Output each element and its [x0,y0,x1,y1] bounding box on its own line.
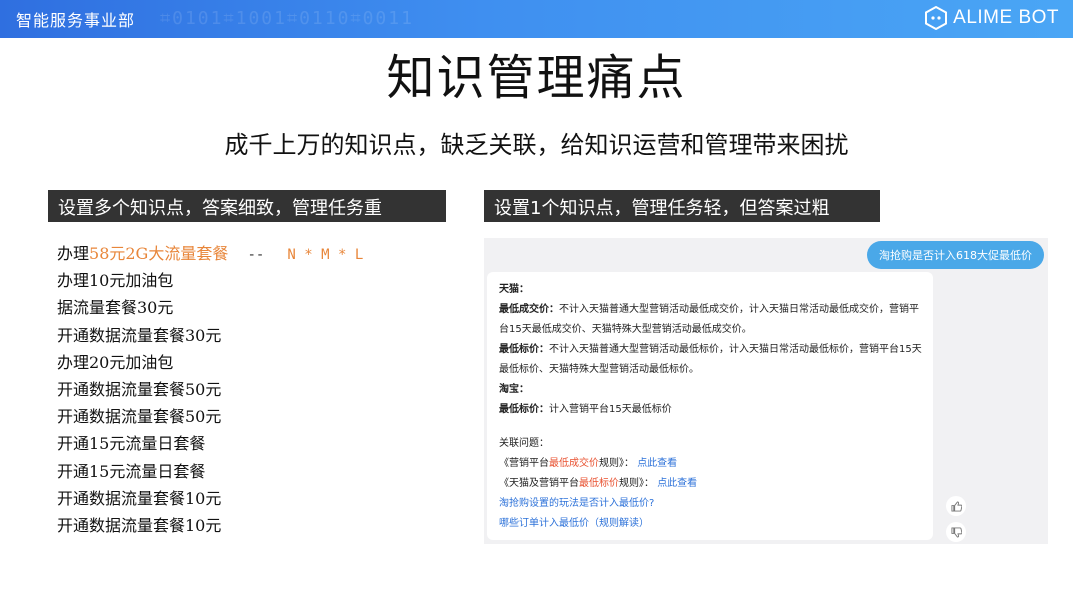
list-item: 开通数据流量套餐10元 [57,488,222,508]
list-item: 开通15元流量日套餐 [57,434,206,454]
view-link[interactable]: 点此查看 [657,478,697,489]
related-text: 《天猫及营销平台 [499,478,579,489]
brand-name: ALIME BOT [953,7,1059,28]
answer-line-text: 计入营销平台15天最低标价 [549,404,672,415]
view-link[interactable]: 点此查看 [637,458,677,469]
answer-taobao-title: 淘宝： [499,384,529,395]
item-highlight: 58元2G大流量套餐 [89,244,229,263]
left-panel-label: 设置多个知识点，答案细致，管理任务重 [48,190,446,222]
answer-line-text: 不计入天猫普通大型营销活动最低标价，计入天猫日常活动最低标价，营销平台15天 [549,344,922,355]
related-highlight: 最低标价 [579,478,619,489]
related-text: 规则》： [619,478,654,489]
list-item: 办理10元加油包 [57,271,174,291]
knowledge-point-list: 办理58元2G大流量套餐 -- N * M * L 办理10元加油包 据流量套餐… [57,240,363,539]
item-prefix: 办理 [57,244,90,263]
list-item: 办理20元加油包 [57,352,174,372]
related-question-link[interactable]: 淘抢购设置的玩法是否计入最低价? [499,494,921,514]
right-panel-label: 设置1个知识点，管理任务轻，但答案过粗 [484,190,880,222]
list-item: 开通15元流量日套餐 [57,461,206,481]
thumbs-up-icon[interactable] [946,496,966,516]
brand: ALIME BOT [925,6,1059,30]
list-item: 开通数据流量套餐10元 [57,515,222,535]
header-pattern: ⌗0101⌗1001⌗0110⌗0011 [160,8,414,29]
list-item: 开通数据流量套餐50元 [57,407,222,427]
list-item: 办理58元2G大流量套餐 -- N * M * L [57,240,363,267]
related-highlight: 最低成交价 [549,458,599,469]
answer-line-label: 最低标价： [499,404,549,415]
header-bar: 智能服务事业部 ⌗0101⌗1001⌗0110⌗0011 ALIME BOT [0,0,1073,38]
answer-line: 最低成交价：不计入天猫普通大型营销活动最低成交价，计入天猫日常活动最低成交价，营… [499,300,921,320]
related-question-item: 《营销平台最低成交价规则》： 点此查看 [499,454,921,474]
related-question-link[interactable]: 哪些订单计入最低价（规则解读） [499,514,921,534]
list-item: 据流量套餐30元 [57,298,174,318]
answer-line-label: 最低标价： [499,344,549,355]
answer-line: 最低标价、天猫特殊大型营销活动最低标价。 [499,364,699,375]
answer-line-label: 最低成交价： [499,304,559,315]
alime-bot-logo-icon [925,6,948,30]
related-question-item: 《天猫及营销平台最低标价规则》： 点此查看 [499,474,921,494]
item-code: N * M * L [287,247,364,263]
slide-title: 知识管理痛点 [386,50,687,106]
slide-subtitle: 成千上万的知识点，缺乏关联，给知识运营和管理带来困扰 [224,131,849,159]
user-question-bubble: 淘抢购是否计入618大促最低价 [867,241,1044,269]
list-item: 开通数据流量套餐50元 [57,379,222,399]
bot-answer-card: 天猫： 最低成交价：不计入天猫普通大型营销活动最低成交价，计入天猫日常活动最低成… [487,272,933,540]
answer-line-text: 不计入天猫普通大型营销活动最低成交价，计入天猫日常活动最低成交价，营销平 [559,304,919,315]
item-dash: -- [247,247,265,263]
answer-line: 最低标价：不计入天猫普通大型营销活动最低标价，计入天猫日常活动最低标价，营销平台… [499,340,922,360]
chat-window: 淘抢购是否计入618大促最低价 天猫： 最低成交价：不计入天猫普通大型营销活动最… [484,238,1048,544]
related-questions-title: 关联问题： [499,438,549,449]
answer-line: 台15天最低成交价、天猫特殊大型营销活动最低成交价。 [499,324,752,335]
related-text: 《营销平台 [499,458,549,469]
department-name: 智能服务事业部 [16,11,136,30]
answer-line: 最低标价：计入营销平台15天最低标价 [499,400,921,420]
answer-tmall-title: 天猫： [499,284,529,295]
related-text: 规则》： [599,458,634,469]
list-item: 开通数据流量套餐30元 [57,325,222,345]
thumbs-down-icon[interactable] [946,522,966,542]
